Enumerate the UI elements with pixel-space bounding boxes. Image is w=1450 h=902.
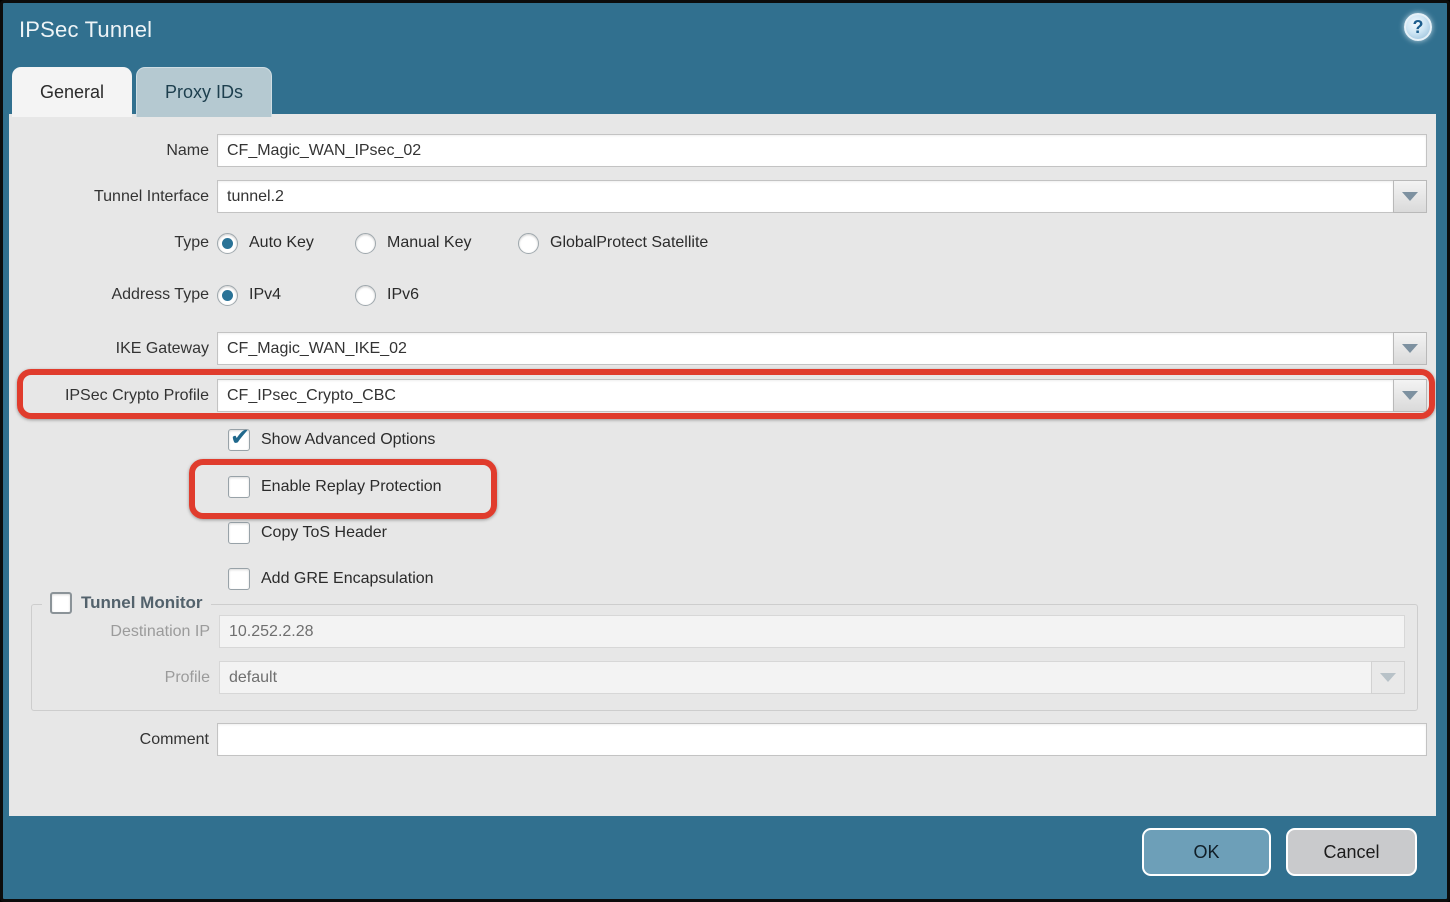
type-label: Type xyxy=(9,234,209,252)
type-radio-manual-key[interactable]: Manual Key xyxy=(355,233,518,254)
chevron-down-icon xyxy=(1380,673,1396,682)
type-globalprotect-satellite-label: GlobalProtect Satellite xyxy=(550,234,708,252)
ok-button-label: OK xyxy=(1193,842,1219,863)
tunnel-monitor-group: Tunnel Monitor Destination IP Profile xyxy=(31,604,1418,711)
tunnel-interface-label: Tunnel Interface xyxy=(9,188,209,206)
ipsec-crypto-profile-label: IPSec Crypto Profile xyxy=(9,387,209,405)
ike-gateway-label: IKE Gateway xyxy=(9,340,209,358)
profile-input xyxy=(219,661,1371,694)
destination-ip-input xyxy=(219,615,1405,648)
show-advanced-options-checkbox[interactable] xyxy=(228,429,250,451)
enable-replay-protection-checkbox[interactable] xyxy=(228,476,250,498)
dialog-footer: OK Cancel xyxy=(3,813,1447,899)
add-gre-encapsulation-label: Add GRE Encapsulation xyxy=(261,570,434,588)
dialog-titlebar: IPSec Tunnel ? xyxy=(3,3,1447,65)
name-row: Name xyxy=(9,134,1436,167)
general-tab-panel: Name Tunnel Interface Type A xyxy=(9,114,1436,816)
radio-unselected-icon xyxy=(355,233,376,254)
ike-gateway-dropdown-button[interactable] xyxy=(1393,332,1427,365)
radio-selected-icon xyxy=(217,285,238,306)
profile-row: Profile xyxy=(40,661,1409,694)
add-gre-encapsulation-checkbox[interactable] xyxy=(228,568,250,590)
dialog-title: IPSec Tunnel xyxy=(19,17,152,43)
address-type-ipv4-label: IPv4 xyxy=(249,286,281,304)
tab-general[interactable]: General xyxy=(12,67,132,117)
ipsec-crypto-profile-input[interactable] xyxy=(217,379,1393,412)
ipsec-tunnel-dialog: IPSec Tunnel ? General Proxy IDs Name Tu… xyxy=(0,0,1450,902)
show-advanced-options-label: Show Advanced Options xyxy=(261,431,435,449)
radio-selected-icon xyxy=(217,233,238,254)
name-input[interactable] xyxy=(217,134,1427,167)
name-label: Name xyxy=(9,142,209,160)
copy-tos-header-checkbox[interactable] xyxy=(228,522,250,544)
cancel-button-label: Cancel xyxy=(1323,842,1379,863)
help-glyph: ? xyxy=(1413,17,1424,38)
comment-row: Comment xyxy=(9,723,1436,756)
profile-dropdown-button xyxy=(1371,661,1405,694)
chevron-down-icon xyxy=(1402,192,1418,201)
type-manual-key-label: Manual Key xyxy=(387,234,472,252)
type-auto-key-label: Auto Key xyxy=(249,234,314,252)
add-gre-encapsulation-row: Add GRE Encapsulation xyxy=(9,568,1436,590)
ok-button[interactable]: OK xyxy=(1142,828,1271,876)
tunnel-monitor-label: Tunnel Monitor xyxy=(81,593,203,613)
tab-bar: General Proxy IDs xyxy=(12,67,272,117)
enable-replay-protection-label: Enable Replay Protection xyxy=(261,478,442,496)
address-type-label: Address Type xyxy=(9,286,209,304)
tunnel-monitor-legend: Tunnel Monitor xyxy=(42,592,211,614)
cancel-button[interactable]: Cancel xyxy=(1286,828,1417,876)
radio-unselected-icon xyxy=(355,285,376,306)
help-icon[interactable]: ? xyxy=(1404,13,1432,41)
tab-proxy-ids-label: Proxy IDs xyxy=(165,82,243,103)
chevron-down-icon xyxy=(1402,391,1418,400)
show-advanced-options-row: Show Advanced Options xyxy=(9,429,1436,451)
ike-gateway-row: IKE Gateway xyxy=(9,332,1436,365)
tab-proxy-ids[interactable]: Proxy IDs xyxy=(136,67,272,117)
comment-label: Comment xyxy=(9,731,209,749)
address-type-radio-ipv4[interactable]: IPv4 xyxy=(217,285,355,306)
copy-tos-header-label: Copy ToS Header xyxy=(261,524,387,542)
address-type-radio-ipv6[interactable]: IPv6 xyxy=(355,285,419,306)
tunnel-interface-dropdown-button[interactable] xyxy=(1393,180,1427,213)
ipsec-crypto-profile-dropdown-button[interactable] xyxy=(1393,379,1427,412)
enable-replay-protection-row: Enable Replay Protection xyxy=(9,476,1436,498)
comment-input[interactable] xyxy=(217,723,1427,756)
tab-general-label: General xyxy=(40,82,104,103)
type-row: Type Auto Key Manual Key GlobalProtect S… xyxy=(9,231,1436,255)
address-type-ipv6-label: IPv6 xyxy=(387,286,419,304)
ipsec-crypto-profile-row: IPSec Crypto Profile xyxy=(9,379,1436,412)
radio-unselected-icon xyxy=(518,233,539,254)
tunnel-interface-input[interactable] xyxy=(217,180,1393,213)
type-radio-globalprotect-satellite[interactable]: GlobalProtect Satellite xyxy=(518,233,708,254)
tunnel-interface-row: Tunnel Interface xyxy=(9,180,1436,213)
profile-label: Profile xyxy=(40,669,210,687)
tunnel-monitor-checkbox[interactable] xyxy=(50,592,72,614)
destination-ip-row: Destination IP xyxy=(40,615,1409,648)
ike-gateway-input[interactable] xyxy=(217,332,1393,365)
type-radio-auto-key[interactable]: Auto Key xyxy=(217,233,355,254)
address-type-row: Address Type IPv4 IPv6 xyxy=(9,283,1436,307)
destination-ip-label: Destination IP xyxy=(40,623,210,641)
copy-tos-header-row: Copy ToS Header xyxy=(9,522,1436,544)
chevron-down-icon xyxy=(1402,344,1418,353)
